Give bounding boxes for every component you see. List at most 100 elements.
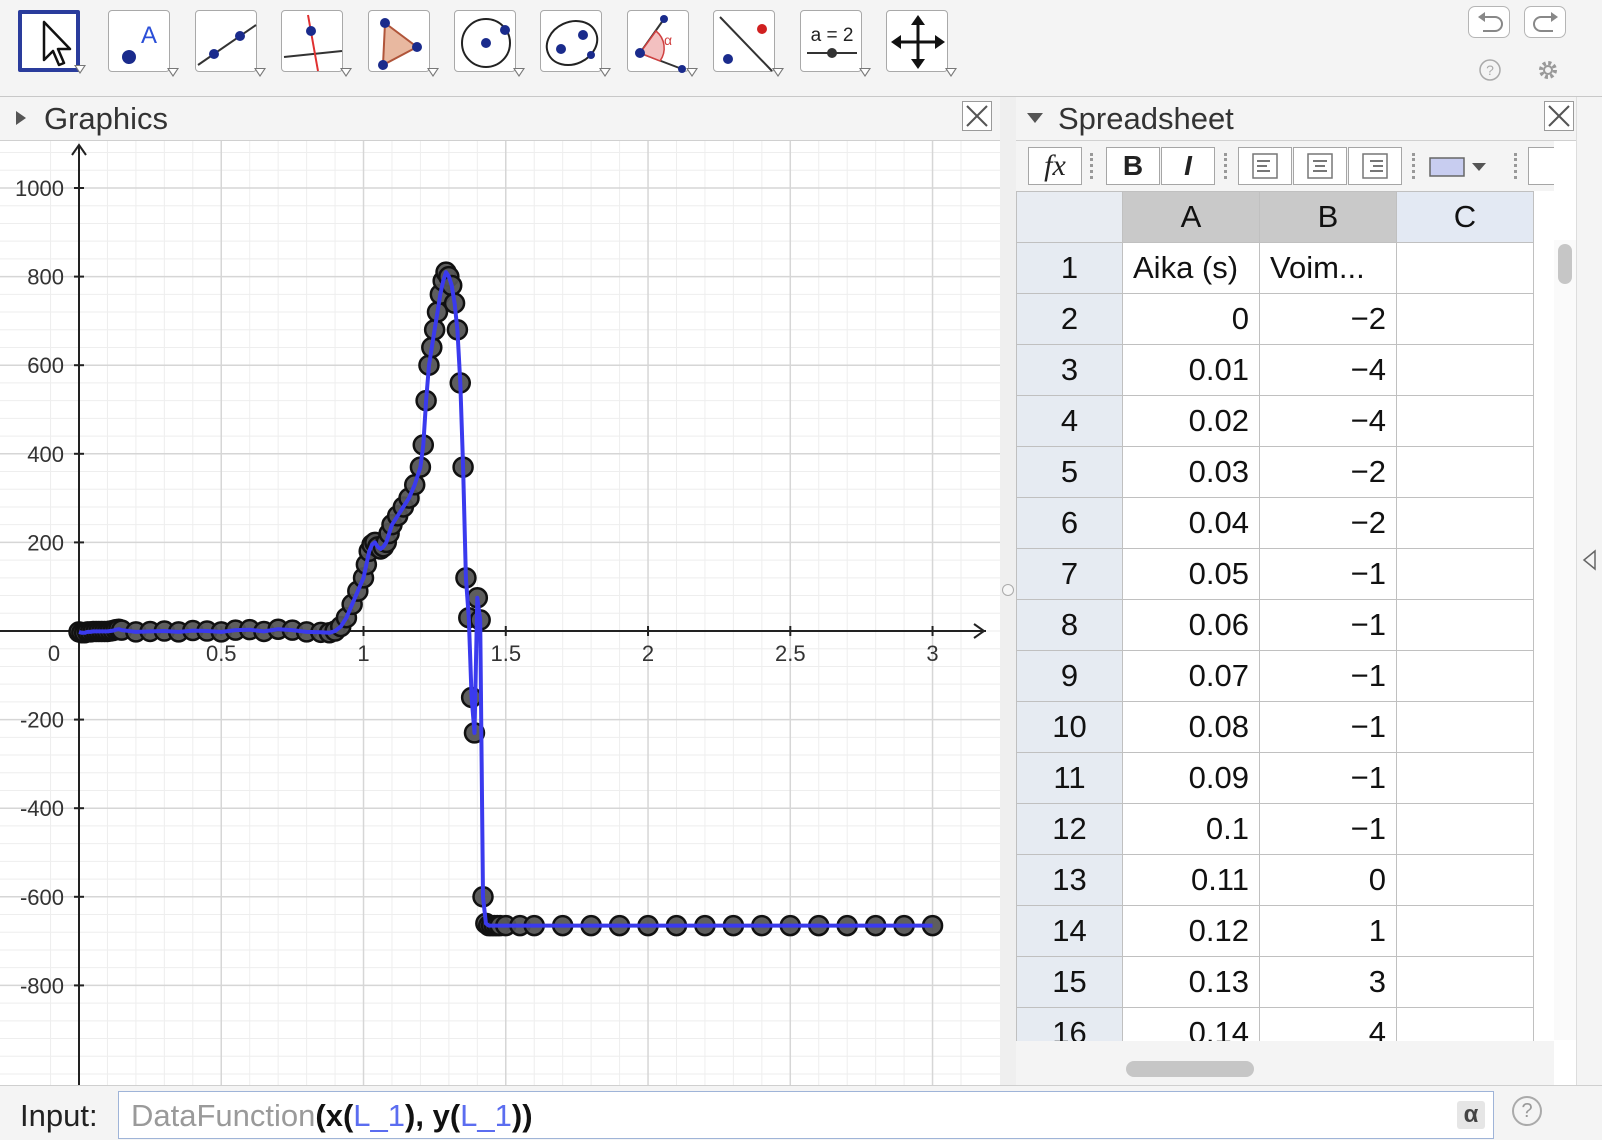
cell-a[interactable]: 0.13 [1122, 956, 1260, 1008]
undo-button[interactable] [1468, 6, 1510, 38]
tool-menu-arrow-icon[interactable] [772, 68, 784, 77]
vertical-scrollbar-thumb[interactable] [1558, 244, 1572, 284]
cell-a[interactable]: 0 [1122, 293, 1260, 345]
settings-button[interactable] [1536, 58, 1560, 82]
row-header[interactable]: 3 [1016, 344, 1123, 396]
corner-cell[interactable] [1016, 191, 1123, 243]
cell-b[interactable]: −1 [1259, 701, 1397, 753]
cell-b[interactable]: 3 [1259, 956, 1397, 1008]
cell-a[interactable]: 0.11 [1122, 854, 1260, 906]
row-header[interactable]: 6 [1016, 497, 1123, 549]
cell-b[interactable]: 1 [1259, 905, 1397, 957]
cell-a[interactable]: 0.1 [1122, 803, 1260, 855]
cell-c[interactable] [1396, 650, 1534, 702]
point-tool-button[interactable]: A [108, 10, 179, 77]
conic-tool-button[interactable] [540, 10, 611, 77]
triangle-left-icon[interactable] [1581, 549, 1597, 571]
circle-tool-button[interactable] [454, 10, 525, 77]
polygon-tool-button[interactable] [368, 10, 439, 77]
cell-b[interactable]: −2 [1259, 497, 1397, 549]
row-header[interactable]: 15 [1016, 956, 1123, 1008]
spreadsheet-grid[interactable]: A B C 1 Aika (s) Voim... 2 0 −2 3 0.01 −4 4 0.02 −4… [1016, 191, 1554, 1041]
cell-c[interactable] [1396, 905, 1534, 957]
cell-a[interactable]: 0.09 [1122, 752, 1260, 804]
row-header[interactable]: 4 [1016, 395, 1123, 447]
tool-menu-arrow-icon[interactable] [167, 68, 179, 77]
row-header[interactable]: 10 [1016, 701, 1123, 753]
alpha-button[interactable]: α [1457, 1101, 1485, 1129]
cell-b[interactable]: −4 [1259, 344, 1397, 396]
graphics-close-button[interactable] [962, 101, 992, 131]
cell-a[interactable]: 0.02 [1122, 395, 1260, 447]
cell-a[interactable]: 0.07 [1122, 650, 1260, 702]
vertical-scrollbar[interactable] [1554, 240, 1576, 1040]
cell-c[interactable] [1396, 293, 1534, 345]
tool-menu-arrow-icon[interactable] [686, 68, 698, 77]
cell-a[interactable]: 0.12 [1122, 905, 1260, 957]
column-header-b[interactable]: B [1259, 191, 1397, 243]
cell-c[interactable] [1396, 446, 1534, 498]
cell-c[interactable] [1396, 803, 1534, 855]
cell-a[interactable]: 0.05 [1122, 548, 1260, 600]
row-header[interactable]: 13 [1016, 854, 1123, 906]
tool-menu-arrow-icon[interactable] [340, 68, 352, 77]
tool-menu-arrow-icon[interactable] [859, 68, 871, 77]
spreadsheet-close-button[interactable] [1544, 101, 1574, 131]
cell-b[interactable]: −2 [1259, 293, 1397, 345]
row-header[interactable]: 11 [1016, 752, 1123, 804]
row-header[interactable]: 2 [1016, 293, 1123, 345]
reflect-tool-button[interactable] [713, 10, 784, 77]
tool-menu-arrow-icon[interactable] [599, 68, 611, 77]
background-color-button[interactable] [1426, 147, 1498, 185]
bold-button[interactable]: B [1106, 147, 1160, 185]
align-center-button[interactable] [1293, 147, 1347, 185]
fx-button[interactable]: fx [1028, 147, 1082, 185]
spreadsheet-more-button[interactable] [1528, 147, 1554, 185]
row-header[interactable]: 1 [1016, 242, 1123, 294]
cell-b[interactable]: −1 [1259, 752, 1397, 804]
move-tool-button[interactable] [18, 10, 86, 74]
tool-menu-arrow-icon[interactable] [513, 68, 525, 77]
cell-c[interactable] [1396, 395, 1534, 447]
perpendicular-line-tool-button[interactable] [281, 10, 352, 77]
align-left-button[interactable] [1238, 147, 1292, 185]
italic-button[interactable]: I [1161, 147, 1215, 185]
row-header[interactable]: 12 [1016, 803, 1123, 855]
cell-c[interactable] [1396, 854, 1534, 906]
cell-a[interactable]: 0.04 [1122, 497, 1260, 549]
cell-b[interactable]: −1 [1259, 803, 1397, 855]
cell-c[interactable] [1396, 752, 1534, 804]
graphics-view[interactable]: 0.5 1 1.5 2 2.5 3 0 1000 800 600 400 200 -200 -400 -6… [0, 141, 1000, 1085]
horizontal-scrollbar-thumb[interactable] [1126, 1061, 1254, 1077]
row-header[interactable]: 7 [1016, 548, 1123, 600]
align-right-button[interactable] [1348, 147, 1402, 185]
tool-menu-arrow-icon[interactable] [254, 68, 266, 77]
cell-c[interactable] [1396, 956, 1534, 1008]
triangle-right-icon[interactable] [14, 109, 28, 127]
data-plot[interactable]: 0.5 1 1.5 2 2.5 3 0 1000 800 600 400 200 -200 -400 -6… [0, 141, 1000, 1085]
cell-a[interactable]: 0.14 [1122, 1007, 1260, 1041]
cell-b[interactable]: Voim... [1259, 242, 1397, 294]
column-header-c[interactable]: C [1396, 191, 1534, 243]
row-header[interactable]: 9 [1016, 650, 1123, 702]
cell-c[interactable] [1396, 701, 1534, 753]
row-header[interactable]: 5 [1016, 446, 1123, 498]
tool-menu-arrow-icon[interactable] [427, 68, 439, 77]
cell-c[interactable] [1396, 242, 1534, 294]
row-header[interactable]: 8 [1016, 599, 1123, 651]
cell-c[interactable] [1396, 1007, 1534, 1041]
cell-a[interactable]: Aika (s) [1122, 242, 1260, 294]
cell-b[interactable]: 0 [1259, 854, 1397, 906]
help-button[interactable]: ? [1478, 58, 1502, 82]
row-header[interactable]: 14 [1016, 905, 1123, 957]
input-field[interactable]: DataFunction(x(L_1), y(L_1)) α [118, 1091, 1494, 1139]
cell-b[interactable]: 4 [1259, 1007, 1397, 1041]
cell-a[interactable]: 0.01 [1122, 344, 1260, 396]
column-header-a[interactable]: A [1122, 191, 1260, 243]
cell-c[interactable] [1396, 548, 1534, 600]
cell-c[interactable] [1396, 599, 1534, 651]
horizontal-scrollbar[interactable] [1016, 1041, 1554, 1085]
line-tool-button[interactable] [195, 10, 266, 77]
cell-a[interactable]: 0.06 [1122, 599, 1260, 651]
triangle-down-icon[interactable] [1025, 111, 1045, 125]
